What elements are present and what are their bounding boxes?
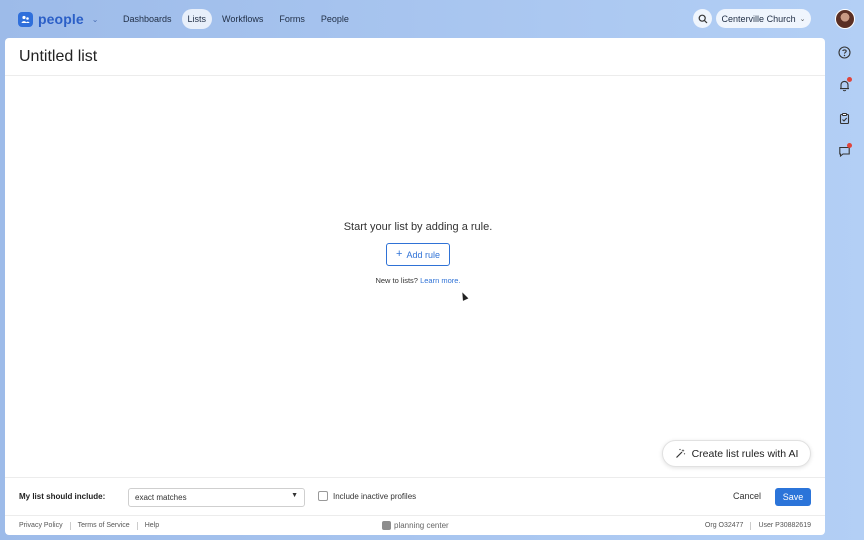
learn-prefix: New to lists? <box>375 276 418 285</box>
chevron-down-icon: ⌄ <box>799 15 806 23</box>
learn-more-row: New to lists? Learn more. <box>375 276 460 285</box>
list-editor-card: Untitled list Start your list by adding … <box>5 38 825 535</box>
cancel-button[interactable]: Cancel <box>733 491 761 501</box>
org-switcher[interactable]: Centerville Church ⌄ <box>716 9 811 28</box>
product-switcher[interactable]: people ⌄ <box>18 10 98 28</box>
page-footer: Privacy Policy Terms of Service Help pla… <box>5 515 825 535</box>
planning-center-name: planning center <box>394 521 449 530</box>
nav-people[interactable]: People <box>315 9 355 29</box>
divider <box>69 521 71 530</box>
notification-dot <box>847 77 852 82</box>
help-icon[interactable] <box>837 45 851 59</box>
add-rule-button[interactable]: + Add rule <box>386 243 450 266</box>
user-id: User P30882619 <box>758 522 811 529</box>
main-nav: Dashboards Lists Workflows Forms People <box>117 9 355 29</box>
search-button[interactable] <box>693 9 712 28</box>
avatar[interactable] <box>835 9 855 29</box>
page-title[interactable]: Untitled list <box>19 48 97 66</box>
people-logo-icon <box>18 11 33 27</box>
card-header: Untitled list <box>5 38 825 76</box>
list-settings-bar: My list should include: exact matches ▼ … <box>5 477 825 515</box>
learn-more-link[interactable]: Learn more. <box>420 276 460 285</box>
nav-lists[interactable]: Lists <box>181 9 213 29</box>
include-inactive-checkbox[interactable] <box>318 491 328 501</box>
magic-wand-icon <box>675 448 685 458</box>
notifications-icon[interactable] <box>837 77 852 92</box>
tasks-icon[interactable] <box>837 111 851 125</box>
org-id: Org O32477 <box>704 522 744 529</box>
add-rule-label: Add rule <box>406 249 440 260</box>
create-rules-ai-button[interactable]: Create list rules with AI <box>662 440 811 467</box>
message-dot <box>847 143 852 148</box>
match-type-select[interactable]: exact matches ▼ <box>128 488 305 507</box>
include-label: My list should include: <box>19 492 106 501</box>
privacy-policy-link[interactable]: Privacy Policy <box>19 522 63 529</box>
ai-button-label: Create list rules with AI <box>691 447 799 460</box>
match-type-value: exact matches <box>135 493 187 502</box>
nav-dashboards[interactable]: Dashboards <box>117 9 178 29</box>
caret-down-icon: ▼ <box>291 492 298 499</box>
chevron-down-icon: ⌄ <box>91 14 99 24</box>
messages-icon[interactable] <box>837 143 852 158</box>
divider <box>750 521 752 530</box>
search-icon <box>698 14 707 23</box>
planning-center-logo: planning center <box>382 521 449 530</box>
nav-workflows[interactable]: Workflows <box>216 9 269 29</box>
divider <box>136 521 138 530</box>
empty-state-text: Start your list by adding a rule. <box>343 221 493 233</box>
include-inactive-option[interactable]: Include inactive profiles <box>318 491 416 501</box>
brand-name: people <box>38 11 84 27</box>
org-name: Centerville Church <box>721 13 796 24</box>
planning-center-icon <box>382 521 391 530</box>
top-nav: people ⌄ Dashboards Lists Workflows Form… <box>0 0 864 38</box>
terms-link[interactable]: Terms of Service <box>78 522 130 529</box>
include-inactive-label[interactable]: Include inactive profiles <box>333 492 416 501</box>
empty-state: Start your list by adding a rule. + Add … <box>5 221 831 285</box>
help-link[interactable]: Help <box>145 522 159 529</box>
plus-icon: + <box>396 248 403 260</box>
legal-links: Privacy Policy Terms of Service Help <box>19 521 159 530</box>
save-button[interactable]: Save <box>775 488 811 506</box>
account-ids: Org O32477 User P30882619 <box>704 521 811 530</box>
nav-forms[interactable]: Forms <box>273 9 311 29</box>
